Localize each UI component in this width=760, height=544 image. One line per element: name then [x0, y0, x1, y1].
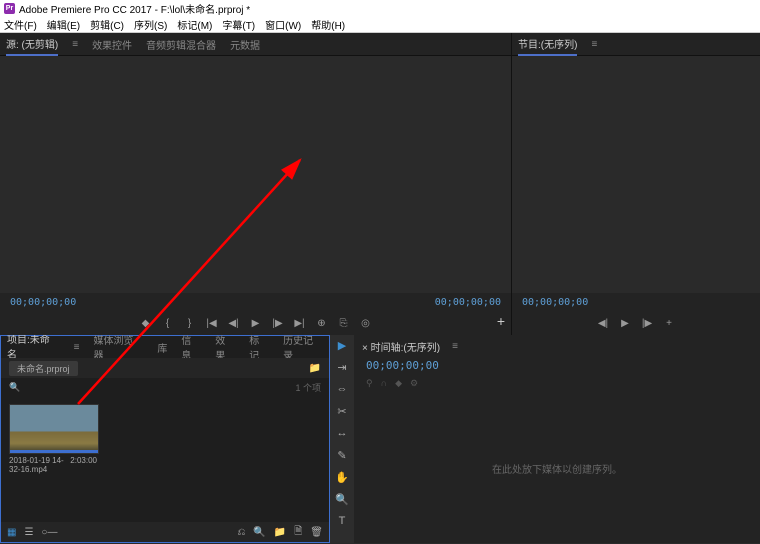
- list-view-icon[interactable]: ☰: [24, 527, 33, 538]
- timeline-options: ⚲ ∩ ◆ ⚙: [354, 374, 760, 393]
- pen-tool-icon[interactable]: ✎: [334, 447, 350, 463]
- timeline-tabs: × 时间轴:(无序列) ≡: [354, 335, 760, 357]
- tab-timeline[interactable]: × 时间轴:(无序列): [362, 339, 440, 354]
- project-search-row: 🔍 1 个项: [1, 378, 329, 396]
- program-timecode-left: 00;00;00;00: [522, 297, 588, 308]
- program-timecode-row: 00;00;00;00: [512, 293, 760, 311]
- panel-menu-icon[interactable]: ≡: [74, 342, 80, 353]
- play-icon[interactable]: ▶: [618, 318, 632, 329]
- hand-tool-icon[interactable]: ✋: [334, 469, 350, 485]
- source-panel: 源: (无剪辑) ≡ 效果控件 音频剪辑混合器 元数据 00;00;00;00 …: [0, 33, 511, 335]
- track-select-tool-icon[interactable]: ⇥: [334, 359, 350, 375]
- marker-icon[interactable]: ◆: [139, 318, 153, 329]
- plus-icon[interactable]: +: [662, 318, 676, 329]
- type-tool-icon[interactable]: T: [334, 513, 350, 529]
- tab-libraries[interactable]: 库: [157, 340, 167, 355]
- clip-thumbnail[interactable]: 2018-01-19 14-32-16.mp4 2:03:00: [9, 404, 97, 474]
- program-panel: 节目:(无序列) ≡ 00;00;00;00 ◀| ▶ |▶ +: [511, 33, 760, 335]
- tab-metadata[interactable]: 元数据: [230, 34, 260, 55]
- menu-file[interactable]: 文件(F): [4, 17, 37, 32]
- panel-menu-icon[interactable]: ≡: [591, 39, 597, 50]
- workspace: 源: (无剪辑) ≡ 效果控件 音频剪辑混合器 元数据 00;00;00;00 …: [0, 33, 760, 335]
- razor-tool-icon[interactable]: ✂: [334, 403, 350, 419]
- icon-view-icon[interactable]: ▦: [7, 527, 16, 538]
- ripple-tool-icon[interactable]: ⇔: [334, 381, 350, 397]
- tab-program[interactable]: 节目:(无序列): [518, 33, 577, 56]
- overwrite-icon[interactable]: ⎘: [337, 318, 351, 329]
- project-footer: ▦ ☰ ○— ⎌ 🔍 📁 🗎 🗑: [1, 522, 329, 542]
- freeform-view-icon[interactable]: ○—: [41, 527, 57, 538]
- out-point-icon[interactable]: }: [183, 318, 197, 329]
- menu-help[interactable]: 帮助(H): [311, 17, 345, 32]
- panel-menu-icon[interactable]: ≡: [72, 39, 78, 50]
- menu-window[interactable]: 窗口(W): [265, 17, 301, 32]
- source-monitor[interactable]: [0, 56, 511, 293]
- app-icon: Pr: [4, 3, 15, 14]
- project-filename: 未命名.prproj: [9, 361, 78, 376]
- lower-panels: 项目:未命名 ≡ 媒体浏览器 库 信息 效果 标记 历史记录 未命名.prpro…: [0, 335, 760, 543]
- zoom-tool-icon[interactable]: 🔍: [334, 491, 350, 507]
- insert-icon[interactable]: ⊕: [315, 318, 329, 329]
- project-tabs: 项目:未命名 ≡ 媒体浏览器 库 信息 效果 标记 历史记录: [1, 336, 329, 358]
- tab-source[interactable]: 源: (无剪辑): [6, 33, 58, 56]
- button-editor-icon[interactable]: +: [497, 313, 505, 329]
- project-bin[interactable]: 2018-01-19 14-32-16.mp4 2:03:00: [1, 396, 329, 522]
- go-out-icon[interactable]: ▶|: [293, 318, 307, 329]
- tab-effect-controls[interactable]: 效果控件: [92, 34, 132, 55]
- menu-sequence[interactable]: 序列(S): [134, 17, 167, 32]
- in-point-icon[interactable]: {: [161, 318, 175, 329]
- timeline-dropzone[interactable]: 在此处放下媒体以创建序列。: [354, 393, 760, 543]
- window-title: Adobe Premiere Pro CC 2017 - F:\lol\未命名.…: [19, 1, 250, 16]
- source-tabs: 源: (无剪辑) ≡ 效果控件 音频剪辑混合器 元数据: [0, 33, 511, 56]
- clip-preview: [9, 404, 99, 454]
- menu-clip[interactable]: 剪辑(C): [90, 17, 124, 32]
- new-bin-icon[interactable]: 📁: [274, 527, 286, 538]
- tool-palette: ▶ ⇥ ⇔ ✂ ↔ ✎ ✋ 🔍 T: [330, 335, 354, 543]
- program-controls: ◀| ▶ |▶ +: [512, 311, 760, 335]
- project-panel: 项目:未命名 ≡ 媒体浏览器 库 信息 效果 标记 历史记录 未命名.prpro…: [0, 335, 330, 543]
- step-back-icon[interactable]: ◀|: [596, 318, 610, 329]
- timeline-timecode: 00;00;00;00: [354, 357, 760, 374]
- export-frame-icon[interactable]: ◎: [359, 318, 373, 329]
- folder-icon[interactable]: 📁: [309, 363, 321, 374]
- clip-name: 2018-01-19 14-32-16.mp4: [9, 456, 70, 474]
- program-tabs: 节目:(无序列) ≡: [512, 33, 760, 56]
- new-item-icon[interactable]: 🗎: [294, 524, 302, 541]
- marker-settings-icon[interactable]: ◆: [395, 378, 402, 389]
- go-in-icon[interactable]: |◀: [205, 318, 219, 329]
- menu-edit[interactable]: 编辑(E): [47, 17, 80, 32]
- timeline-panel: ▶ ⇥ ⇔ ✂ ↔ ✎ ✋ 🔍 T × 时间轴:(无序列) ≡ 00;00;00…: [330, 335, 760, 543]
- tab-audio-mixer[interactable]: 音频剪辑混合器: [146, 34, 216, 55]
- step-fwd-icon[interactable]: |▶: [640, 318, 654, 329]
- menu-title[interactable]: 字幕(T): [222, 17, 255, 32]
- trash-icon[interactable]: 🗑: [310, 527, 323, 538]
- settings-icon[interactable]: ⚙: [410, 378, 418, 389]
- step-fwd-icon[interactable]: |▶: [271, 318, 285, 329]
- item-count: 1 个项: [295, 381, 321, 394]
- menu-marker[interactable]: 标记(M): [177, 17, 212, 32]
- clip-duration: 2:03:00: [70, 456, 97, 474]
- slip-tool-icon[interactable]: ↔: [334, 425, 350, 441]
- panel-menu-icon[interactable]: ≡: [452, 341, 458, 352]
- search-icon[interactable]: 🔍: [9, 382, 20, 393]
- automate-icon[interactable]: ⎌: [237, 527, 245, 538]
- play-icon[interactable]: ▶: [249, 318, 263, 329]
- step-back-icon[interactable]: ◀|: [227, 318, 241, 329]
- title-bar: Pr Adobe Premiere Pro CC 2017 - F:\lol\未…: [0, 0, 760, 16]
- find-icon[interactable]: 🔍: [253, 527, 265, 538]
- project-header: 未命名.prproj 📁: [1, 358, 329, 378]
- program-monitor[interactable]: [512, 56, 760, 293]
- link-icon[interactable]: ∩: [381, 378, 387, 389]
- source-timecode-row: 00;00;00;00 00;00;00;00: [0, 293, 511, 311]
- menu-bar: 文件(F) 编辑(E) 剪辑(C) 序列(S) 标记(M) 字幕(T) 窗口(W…: [0, 16, 760, 33]
- source-controls: ◆ { } |◀ ◀| ▶ |▶ ▶| ⊕ ⎘ ◎: [0, 311, 511, 335]
- source-timecode-left: 00;00;00;00: [10, 297, 76, 308]
- snap-icon[interactable]: ⚲: [366, 378, 373, 389]
- timeline-body: × 时间轴:(无序列) ≡ 00;00;00;00 ⚲ ∩ ◆ ⚙ 在此处放下媒…: [354, 335, 760, 543]
- source-timecode-right: 00;00;00;00: [435, 297, 501, 308]
- selection-tool-icon[interactable]: ▶: [334, 337, 350, 353]
